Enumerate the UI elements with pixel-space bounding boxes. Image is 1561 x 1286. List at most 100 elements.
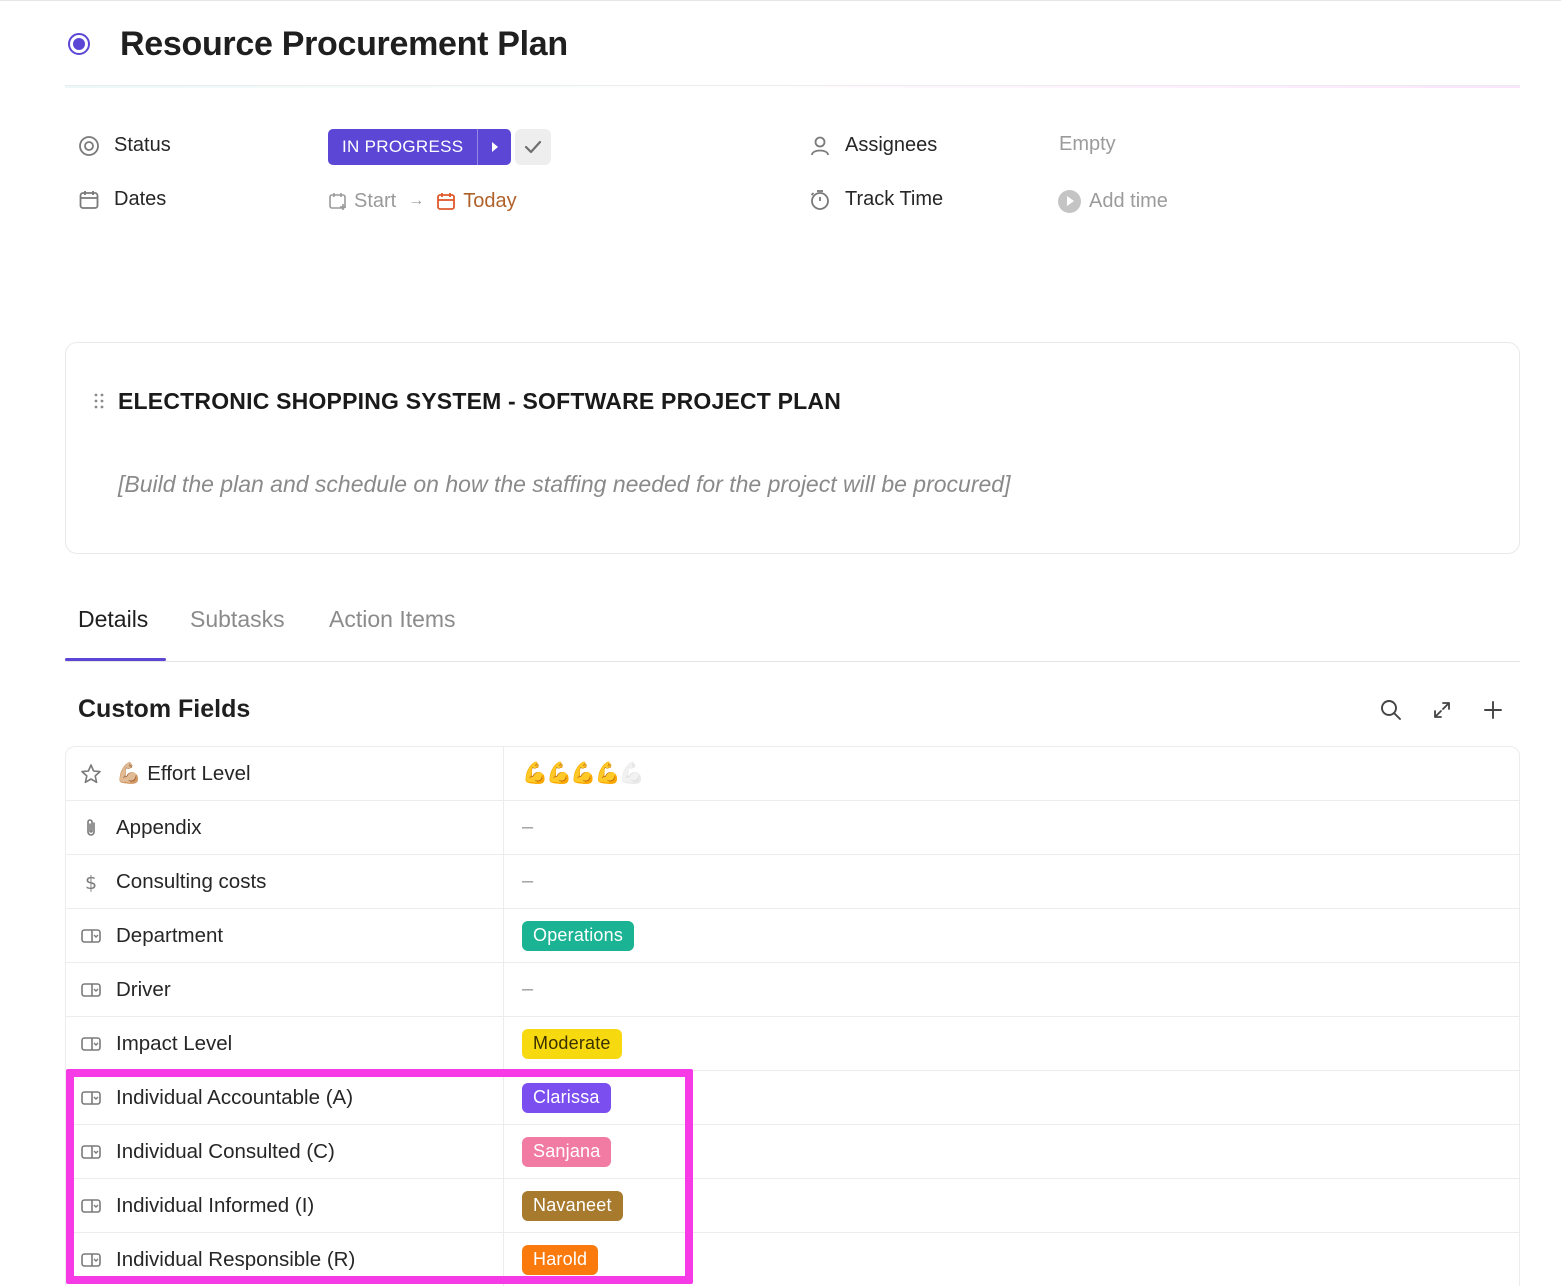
- top-divider: [0, 0, 1561, 1]
- option-tag[interactable]: Operations: [522, 920, 635, 951]
- custom-field-value[interactable]: –: [504, 855, 1519, 908]
- dropdown-icon: [80, 1249, 102, 1271]
- empty-value: –: [522, 816, 534, 838]
- custom-field-row: $ Consulting costs –: [66, 855, 1519, 909]
- muscle-rating-icon[interactable]: 💪: [594, 762, 620, 785]
- due-date-value: Today: [463, 189, 517, 212]
- option-tag[interactable]: Navaneet: [522, 1190, 623, 1221]
- custom-field-label: 💪🏼 Effort Level: [116, 761, 251, 785]
- custom-field-name[interactable]: Individual Accountable (A): [66, 1071, 504, 1124]
- dates-property: Dates: [78, 188, 166, 211]
- calendar-icon: [78, 189, 100, 211]
- description-text[interactable]: [Build the plan and schedule on how the …: [118, 471, 1010, 498]
- description-block[interactable]: ELECTRONIC SHOPPING SYSTEM - SOFTWARE PR…: [65, 342, 1520, 554]
- custom-field-value[interactable]: –: [504, 963, 1519, 1016]
- task-header: Resource Procurement Plan: [68, 22, 568, 66]
- custom-field-value[interactable]: Sanjana: [504, 1125, 1519, 1178]
- plus-icon[interactable]: [1480, 697, 1506, 723]
- track-time-label: Track Time: [845, 188, 944, 210]
- mark-complete-button[interactable]: [515, 129, 551, 165]
- dropdown-icon: [80, 979, 102, 1001]
- muscle-rating-icon[interactable]: 💪: [619, 762, 645, 785]
- tab-action-items[interactable]: Action Items: [329, 606, 456, 633]
- calendar-due-icon: [437, 193, 456, 210]
- option-tag[interactable]: Harold: [522, 1244, 599, 1275]
- option-tag[interactable]: Moderate: [522, 1028, 622, 1059]
- status-button[interactable]: IN PROGRESS: [328, 129, 512, 165]
- tab-details[interactable]: Details: [78, 606, 148, 633]
- custom-field-label: Consulting costs: [116, 869, 267, 893]
- dates-label: Dates: [114, 188, 167, 210]
- custom-field-row: Individual Responsible (R) Harold: [66, 1233, 1519, 1286]
- custom-field-value[interactable]: Operations: [504, 909, 1519, 962]
- custom-field-label: Individual Responsible (R): [116, 1247, 356, 1271]
- custom-field-name[interactable]: Individual Responsible (R): [66, 1233, 504, 1286]
- custom-field-row: Driver –: [66, 963, 1519, 1017]
- svg-text:$: $: [85, 872, 97, 893]
- dropdown-icon: [80, 925, 102, 947]
- start-date-button[interactable]: Start: [328, 190, 396, 213]
- custom-field-name[interactable]: 💪🏼 Effort Level: [66, 747, 504, 800]
- custom-field-value[interactable]: 💪💪💪💪💪: [504, 747, 1519, 800]
- play-icon: [1058, 189, 1081, 213]
- custom-fields-title: Custom Fields: [78, 695, 251, 723]
- due-date-button[interactable]: Today: [436, 189, 517, 213]
- add-time-label: Add time: [1089, 189, 1168, 212]
- star-icon: [80, 763, 102, 785]
- custom-field-value[interactable]: Harold: [504, 1233, 1519, 1286]
- empty-value: –: [522, 978, 534, 1000]
- custom-field-row: Individual Consulted (C) Sanjana: [66, 1125, 1519, 1179]
- task-tabs: Details Subtasks Action Items: [65, 600, 1520, 662]
- assignees-property: Assignees: [809, 134, 937, 157]
- custom-field-label: Individual Informed (I): [116, 1193, 315, 1217]
- drag-handle-icon[interactable]: [93, 393, 105, 409]
- muscle-rating-icon[interactable]: 💪: [546, 762, 572, 785]
- custom-field-row: Individual Accountable (A) Clarissa: [66, 1071, 1519, 1125]
- search-icon[interactable]: [1378, 697, 1404, 723]
- custom-field-name[interactable]: Impact Level: [66, 1017, 504, 1070]
- dollar-icon: $: [80, 871, 102, 893]
- custom-field-label: Individual Accountable (A): [116, 1085, 354, 1109]
- custom-field-label: Driver: [116, 977, 171, 1001]
- assignees-value[interactable]: Empty: [1059, 133, 1116, 156]
- task-status-dot-icon[interactable]: [68, 33, 90, 55]
- custom-field-name[interactable]: Driver: [66, 963, 504, 1016]
- custom-field-row: Appendix –: [66, 801, 1519, 855]
- custom-field-value[interactable]: Clarissa: [504, 1071, 1519, 1124]
- custom-field-name[interactable]: Appendix: [66, 801, 504, 854]
- expand-icon[interactable]: [1429, 697, 1455, 723]
- description-heading[interactable]: ELECTRONIC SHOPPING SYSTEM - SOFTWARE PR…: [118, 388, 841, 415]
- page-title[interactable]: Resource Procurement Plan: [120, 25, 568, 64]
- next-status-icon[interactable]: [477, 129, 512, 165]
- custom-field-value[interactable]: Navaneet: [504, 1179, 1519, 1232]
- custom-field-name[interactable]: Department: [66, 909, 504, 962]
- calendar-add-icon: [329, 193, 346, 210]
- status-value[interactable]: IN PROGRESS: [328, 129, 478, 165]
- status-property: Status: [78, 134, 171, 157]
- user-icon: [809, 135, 831, 157]
- tab-subtasks[interactable]: Subtasks: [190, 606, 285, 633]
- checkmark-icon: [524, 140, 542, 154]
- muscle-rating-icon[interactable]: 💪: [570, 762, 596, 785]
- custom-field-value[interactable]: Moderate: [504, 1017, 1519, 1070]
- custom-field-label: Department: [116, 923, 224, 947]
- custom-field-row: 💪🏼 Effort Level 💪💪💪💪💪: [66, 747, 1519, 801]
- dropdown-icon: [80, 1087, 102, 1109]
- option-tag[interactable]: Clarissa: [522, 1082, 611, 1113]
- custom-field-value[interactable]: –: [504, 801, 1519, 854]
- custom-field-name[interactable]: Individual Informed (I): [66, 1179, 504, 1232]
- paperclip-icon: [80, 817, 102, 839]
- stopwatch-icon: [809, 189, 831, 211]
- custom-field-name[interactable]: Individual Consulted (C): [66, 1125, 504, 1178]
- custom-field-name[interactable]: $ Consulting costs: [66, 855, 504, 908]
- effort-rating[interactable]: 💪💪💪💪💪: [522, 762, 645, 786]
- custom-field-row: Individual Informed (I) Navaneet: [66, 1179, 1519, 1233]
- empty-value: –: [522, 870, 534, 892]
- add-time-button[interactable]: Add time: [1058, 187, 1168, 215]
- assignees-label: Assignees: [845, 134, 938, 156]
- dates-value: Start → Today: [328, 187, 517, 215]
- custom-field-row: Department Operations: [66, 909, 1519, 963]
- custom-field-label: Impact Level: [116, 1031, 233, 1055]
- muscle-rating-icon[interactable]: 💪: [522, 762, 548, 785]
- option-tag[interactable]: Sanjana: [522, 1136, 612, 1167]
